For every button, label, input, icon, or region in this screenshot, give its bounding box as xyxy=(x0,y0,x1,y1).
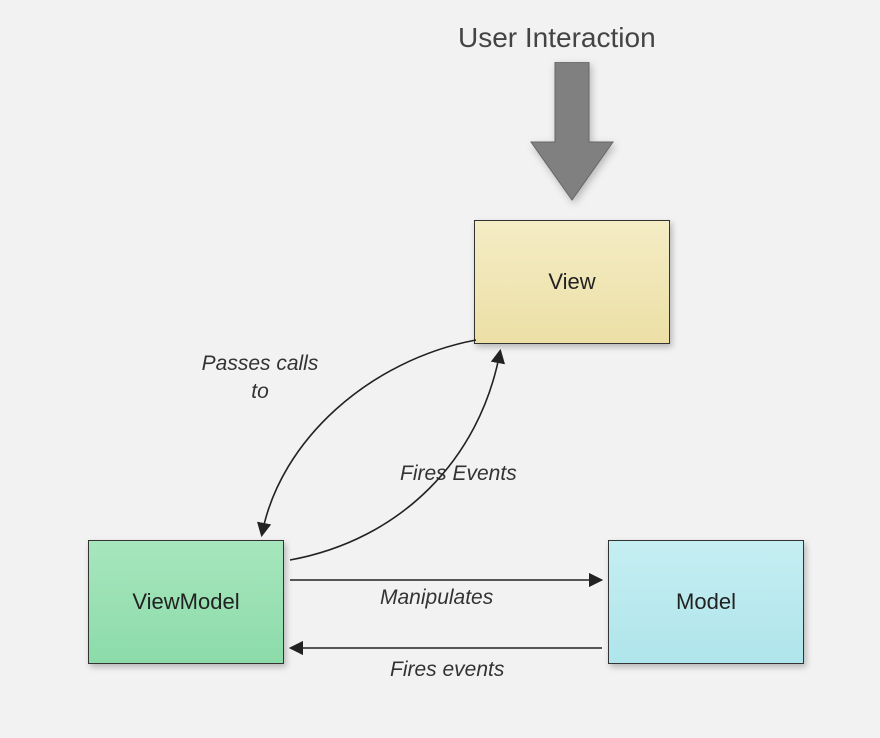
view-box-label: View xyxy=(548,269,595,295)
viewmodel-box-label: ViewModel xyxy=(132,589,239,615)
manipulates-label: Manipulates xyxy=(380,584,493,612)
passes-calls-label: Passes calls to xyxy=(190,350,330,407)
view-box: View xyxy=(474,220,670,344)
fires-events-top-label: Fires Events xyxy=(400,460,517,488)
user-interaction-arrow-icon xyxy=(527,62,617,207)
model-box: Model xyxy=(608,540,804,664)
diagram-title: User Interaction xyxy=(458,22,656,54)
model-box-label: Model xyxy=(676,589,736,615)
fires-events-bottom-label: Fires events xyxy=(390,656,504,684)
viewmodel-box: ViewModel xyxy=(88,540,284,664)
